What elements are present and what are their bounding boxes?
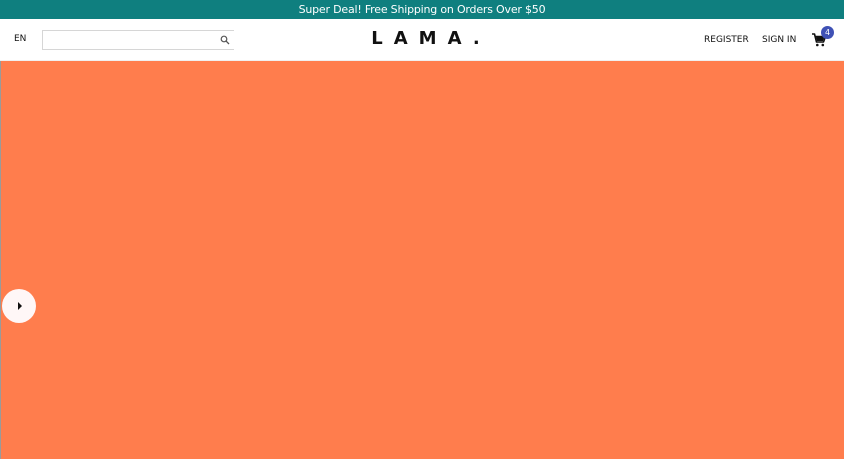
search-icon[interactable] <box>220 35 230 45</box>
brand-logo[interactable]: LAMA. <box>356 28 506 50</box>
language-label[interactable]: EN <box>14 34 26 44</box>
announcement-text: Super Deal! Free Shipping on Orders Over… <box>298 3 546 16</box>
search-input[interactable] <box>43 31 213 49</box>
slider-next-button[interactable] <box>2 289 36 323</box>
cart-badge: 4 <box>821 26 834 39</box>
announcement-bar: Super Deal! Free Shipping on Orders Over… <box>0 0 844 19</box>
navbar: EN LAMA. REGISTER SIGN IN 4 <box>0 19 844 61</box>
sign-in-link[interactable]: SIGN IN <box>762 35 796 45</box>
search-container <box>42 30 234 50</box>
hero-slider <box>0 61 844 459</box>
arrow-right-icon <box>18 302 22 310</box>
register-link[interactable]: REGISTER <box>704 35 749 45</box>
